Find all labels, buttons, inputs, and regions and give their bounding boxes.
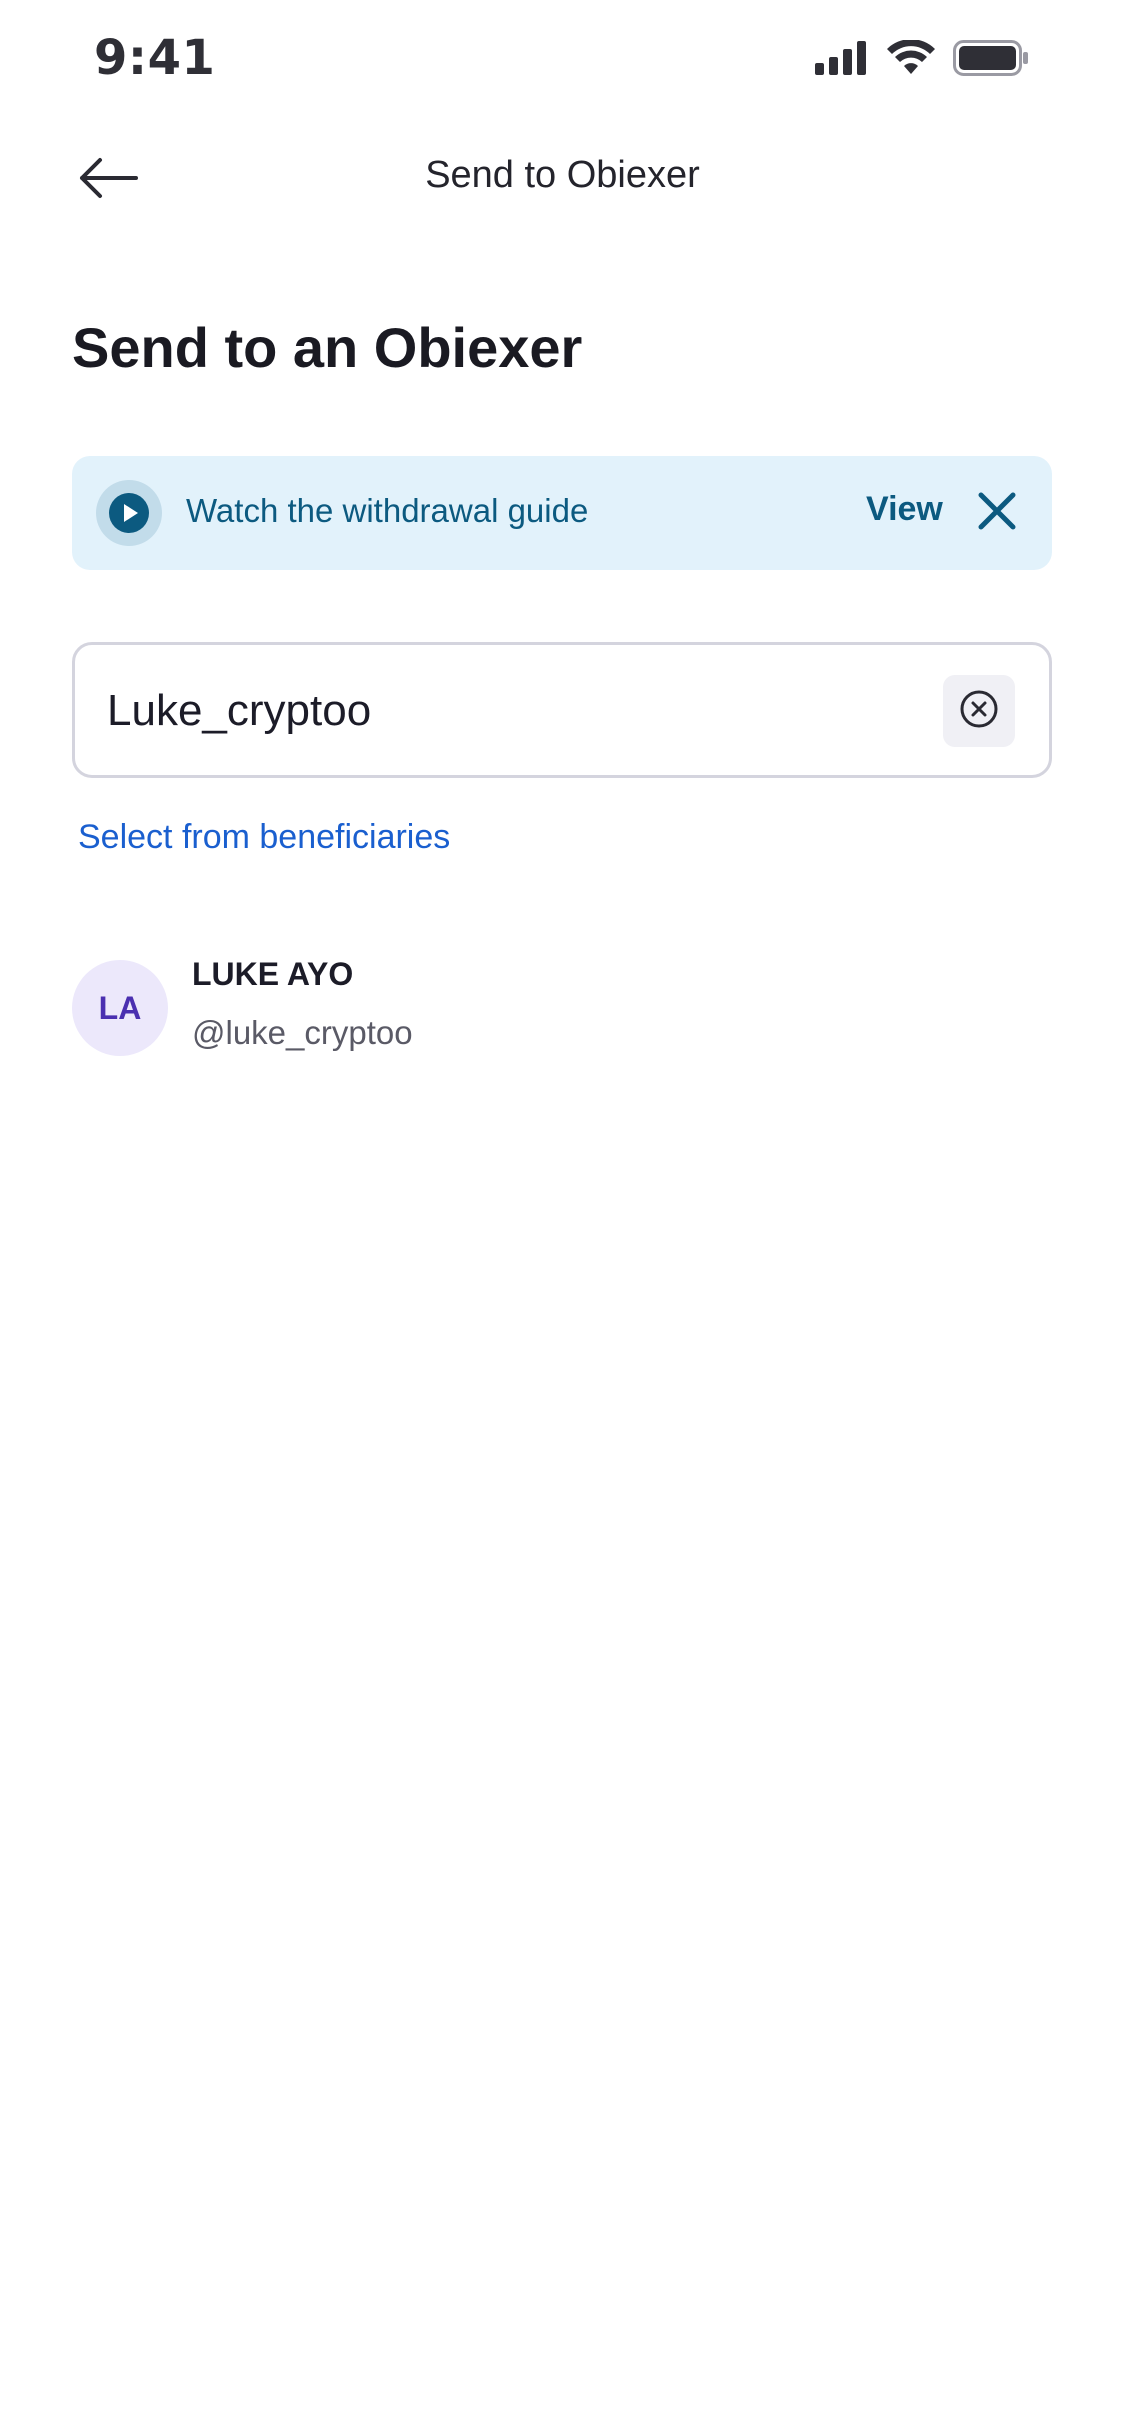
clear-circle-icon <box>959 689 999 734</box>
username-search-input[interactable] <box>107 675 907 747</box>
select-beneficiaries-link[interactable]: Select from beneficiaries <box>78 818 450 857</box>
cellular-signal-icon <box>815 41 869 80</box>
close-icon <box>977 491 1017 536</box>
clear-input-button[interactable] <box>943 675 1015 747</box>
status-time: 9:41 <box>94 30 216 86</box>
result-handle: @luke_cryptoo <box>192 1014 413 1051</box>
search-field <box>72 642 1052 778</box>
withdrawal-guide-banner: Watch the withdrawal guide View <box>72 456 1052 570</box>
close-banner-button[interactable] <box>970 486 1024 540</box>
result-name: LUKE AYO <box>192 956 354 992</box>
status-icons <box>815 39 1029 81</box>
avatar: LA <box>72 960 168 1056</box>
battery-icon <box>953 40 1029 81</box>
search-result-item[interactable]: LA LUKE AYO @luke_cryptoo <box>72 956 1052 1056</box>
view-guide-link[interactable]: View <box>866 490 943 529</box>
wifi-icon <box>887 39 935 81</box>
guide-text: Watch the withdrawal guide <box>186 492 589 529</box>
play-circle-icon[interactable] <box>96 480 162 546</box>
nav-title: Send to Obiexer <box>425 154 700 196</box>
nav-header: Send to Obiexer <box>0 130 1125 230</box>
status-bar: 9:41 <box>0 0 1125 120</box>
page-title: Send to an Obiexer <box>72 316 583 379</box>
